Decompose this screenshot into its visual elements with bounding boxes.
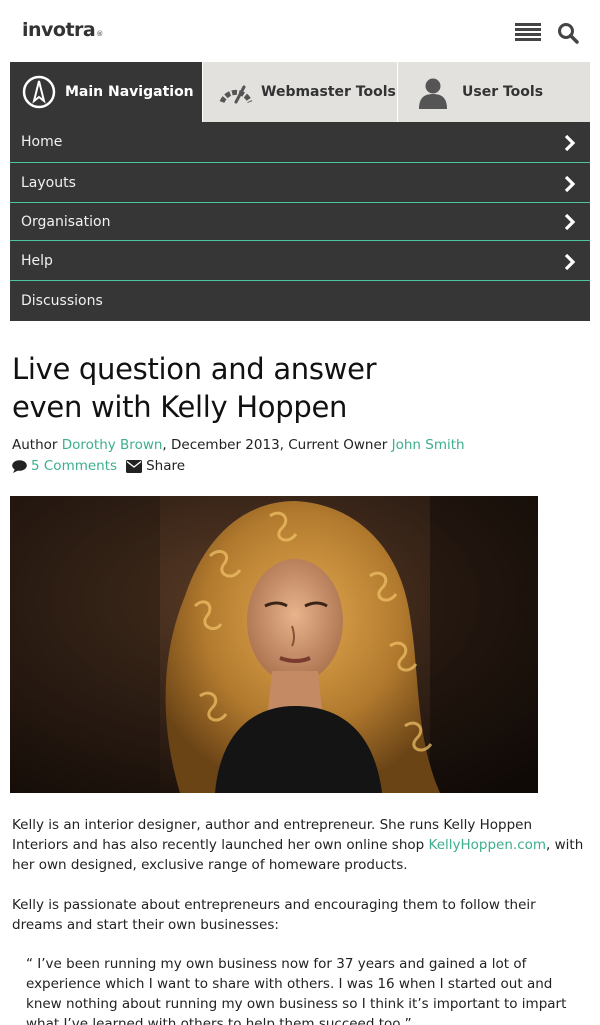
article-quote: “ I’ve been running my own business now … — [26, 956, 567, 1025]
nav-item-layouts[interactable]: Layouts — [10, 163, 590, 203]
nav-item-organisation[interactable]: Organisation — [10, 203, 590, 241]
tool-tabs: Main Navigation Webmaster Tools User Too… — [10, 62, 590, 122]
tab-main-navigation[interactable]: Main Navigation — [10, 62, 202, 122]
search-icon[interactable] — [557, 22, 579, 44]
gauge-icon — [219, 85, 253, 104]
author-link[interactable]: Dorothy Brown — [62, 437, 163, 453]
share-label: Share — [146, 458, 186, 474]
comments-link[interactable]: 5 Comments — [31, 458, 117, 474]
kellyhoppen-link[interactable]: KellyHoppen.com — [429, 837, 547, 853]
nav-item-discussions[interactable]: Discussions — [10, 281, 590, 321]
article-byline: Author Dorothy Brown, December 2013, Cur… — [12, 437, 465, 453]
nav-item-label: Organisation — [21, 213, 111, 230]
article-paragraph-1: Kelly is an interior designer, author an… — [12, 817, 584, 873]
registered-mark: ® — [96, 30, 103, 38]
nav-item-label: Home — [21, 134, 63, 150]
tab-label: Webmaster Tools — [261, 84, 396, 100]
author-prefix: Author — [12, 437, 58, 453]
nav-item-label: Layouts — [21, 174, 76, 191]
logo[interactable]: invotra® — [22, 19, 103, 41]
top-bar: invotra® — [0, 0, 600, 62]
chevron-right-icon — [564, 213, 576, 231]
nav-item-label: Discussions — [21, 293, 103, 309]
tab-webmaster-tools[interactable]: Webmaster Tools — [202, 62, 397, 122]
owner-link[interactable]: John Smith — [392, 437, 465, 453]
date-text: , December 2013, Current Owner — [162, 437, 388, 453]
envelope-icon — [126, 459, 143, 473]
article-paragraph-2: Kelly is passionate about entrepreneurs … — [12, 897, 536, 933]
nav-item-help[interactable]: Help — [10, 241, 590, 281]
tab-user-tools[interactable]: User Tools — [397, 62, 590, 122]
user-icon — [419, 78, 447, 109]
nav-item-label: Help — [21, 252, 53, 269]
compass-icon — [22, 75, 56, 109]
article-hero-image — [10, 496, 538, 793]
share-button[interactable]: Share — [126, 458, 185, 474]
article-title: Live question and answer even with Kelly … — [12, 352, 377, 424]
tab-label: Main Navigation — [65, 84, 194, 100]
chevron-right-icon — [564, 253, 576, 271]
chevron-right-icon — [564, 175, 576, 193]
tab-label: User Tools — [462, 84, 544, 100]
article-actions: 5 Comments Share — [12, 458, 185, 474]
comment-icon — [12, 459, 27, 473]
nav-item-home[interactable]: Home — [10, 122, 590, 163]
main-navigation-menu: Home Layouts Organisation Help Discussio… — [10, 122, 590, 321]
chevron-right-icon — [564, 134, 576, 152]
menu-icon[interactable] — [515, 23, 541, 43]
